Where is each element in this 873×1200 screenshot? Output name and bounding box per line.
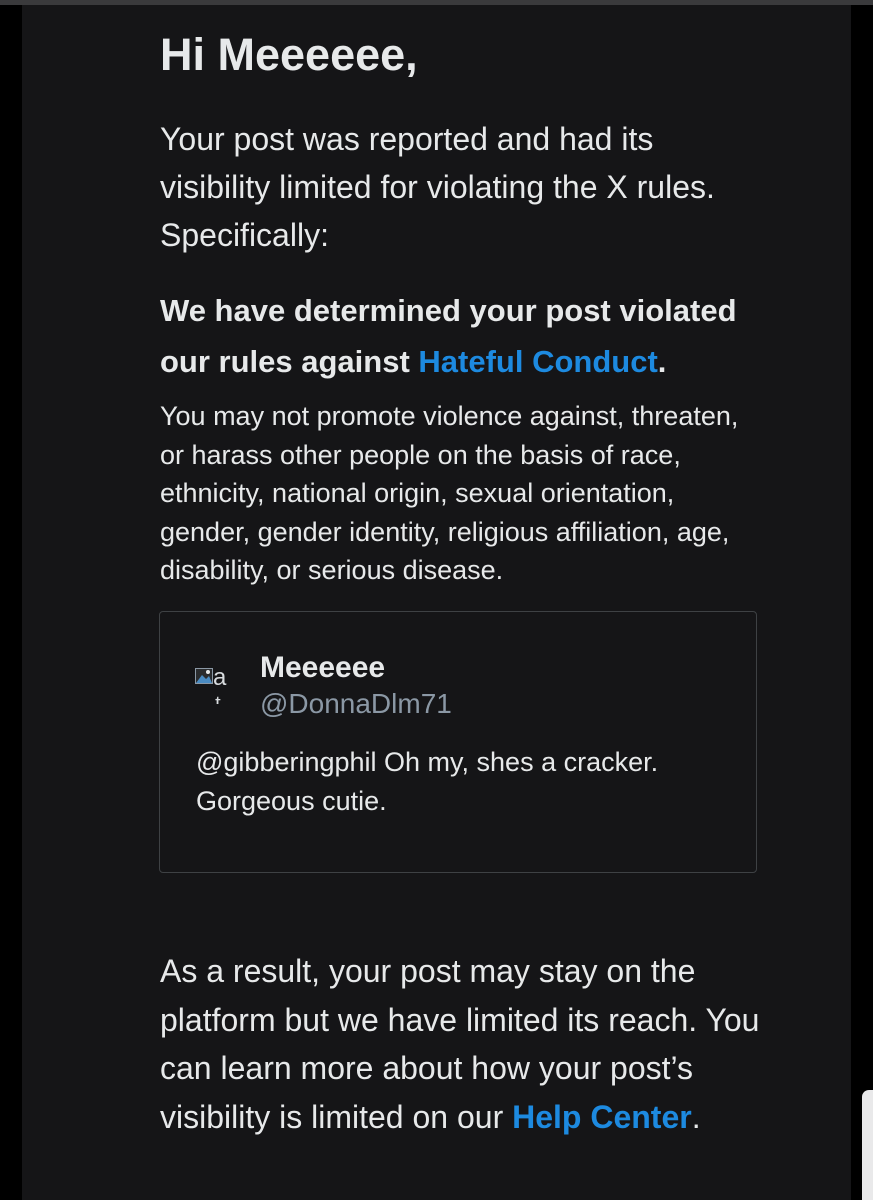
post-text: @gibberingphil Oh my, shes a cracker. Go… — [196, 747, 659, 816]
post-display-name[interactable]: Meeeeee — [260, 650, 385, 686]
determination-suffix: . — [657, 344, 667, 379]
left-gutter — [0, 5, 22, 1200]
avatar-alt-text: a — [213, 664, 227, 691]
intro-text: Your post was reported and had its visib… — [160, 121, 715, 253]
avatar-alt-text-2: ..t — [204, 693, 221, 704]
right-gutter — [851, 5, 873, 1200]
post-handle[interactable]: @DonnaDlm71 — [260, 687, 452, 721]
email-viewer: Hi Meeeeee, Your post was reported and h… — [0, 0, 873, 1200]
greeting: Hi Meeeeee, — [160, 29, 418, 80]
quoted-post-card[interactable]: a ..t Meeeeee @DonnaDlm71 @gibberingphil… — [159, 611, 757, 873]
scroll-handle[interactable] — [862, 1090, 873, 1200]
avatar: a ..t — [195, 664, 235, 704]
help-center-link[interactable]: Help Center — [512, 1099, 692, 1135]
determination-text: We have determined your post violated ou… — [160, 285, 760, 387]
broken-image-icon — [195, 668, 213, 684]
hateful-conduct-link[interactable]: Hateful Conduct — [418, 344, 657, 379]
result-text: As a result, your post may stay on the p… — [160, 947, 760, 1141]
result-suffix: . — [691, 1098, 701, 1135]
policy-description: You may not promote violence against, th… — [160, 401, 739, 585]
email-body: Hi Meeeeee, Your post was reported and h… — [22, 5, 851, 1200]
